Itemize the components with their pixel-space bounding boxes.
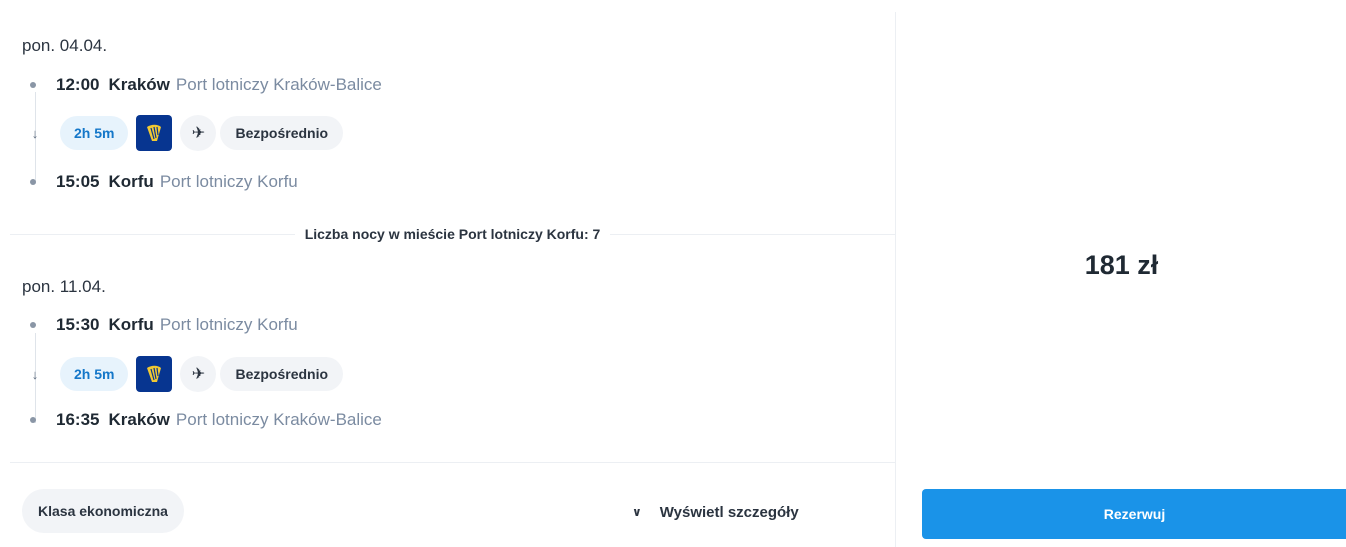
return-date: pon. 11.04. [22,277,106,296]
outbound-arrival: 15:05 Korfu Port lotniczy Korfu [30,170,298,194]
show-details-button[interactable]: ∨ Wyświetl szczegóły [632,500,799,524]
ryanair-harp-logo-icon [136,356,173,392]
airplane-icon: ✈ [180,115,217,151]
arrival-airport: Port lotniczy Kraków-Balice [175,410,382,429]
chevron-down-icon: ∨ [632,505,642,519]
arrival-airport: Port lotniczy Korfu [159,172,298,191]
outbound-departure: 12:00 Kraków Port lotniczy Kraków-Balice [30,73,382,97]
arrival-time: 15:05 [56,172,100,191]
duration-badge: 2h 5m [60,357,129,391]
return-segment: ↓ 2h 5m ✈ Bezpośrednio [28,354,344,394]
footer-divider [10,462,895,463]
timeline-dot [30,417,36,423]
divider-line [610,233,895,235]
direct-flight-badge: Bezpośrednio [220,357,344,391]
arrow-down-icon: ↓ [31,366,39,382]
departure-airport: Port lotniczy Kraków-Balice [175,75,382,94]
flight-result-card: pon. 04.04. 12:00 Kraków Port lotniczy K… [0,0,1346,547]
outbound-segment: ↓ 2h 5m ✈ Bezpośrednio [28,113,344,153]
airplane-icon: ✈ [180,356,217,392]
return-arrival: 16:35 Kraków Port lotniczy Kraków-Balice [30,408,382,432]
timeline-dot [30,322,36,328]
stay-length-divider: Liczba nocy w mieście Port lotniczy Korf… [10,222,895,246]
timeline-dot [30,82,36,88]
return-departure: 15:30 Korfu Port lotniczy Korfu [30,313,298,337]
price-panel: 181 zł Rezerwuj [895,12,1346,547]
direct-flight-badge: Bezpośrednio [220,116,344,150]
duration-badge: 2h 5m [60,116,129,150]
arrival-city: Kraków [108,410,170,429]
cabin-class-badge: Klasa ekonomiczna [22,489,184,533]
price-amount: 181 zł [1084,250,1159,280]
arrival-time: 16:35 [56,410,100,429]
itinerary-panel: pon. 04.04. 12:00 Kraków Port lotniczy K… [0,0,895,547]
ryanair-harp-logo-icon [136,115,173,151]
book-button[interactable]: Rezerwuj [922,489,1346,539]
arrow-down-icon: ↓ [31,125,39,141]
departure-time: 15:30 [56,315,100,334]
show-details-label: Wyświetl szczegóły [659,503,799,521]
stay-length-label: Liczba nocy w mieście Port lotniczy Korf… [304,226,601,242]
arrival-city: Korfu [108,172,154,191]
departure-city: Korfu [108,315,154,334]
departure-airport: Port lotniczy Korfu [159,315,298,334]
timeline-dot [30,179,36,185]
departure-time: 12:00 [56,75,100,94]
divider-line [10,233,295,235]
departure-city: Kraków [108,75,170,94]
outbound-date: pon. 04.04. [22,36,108,55]
